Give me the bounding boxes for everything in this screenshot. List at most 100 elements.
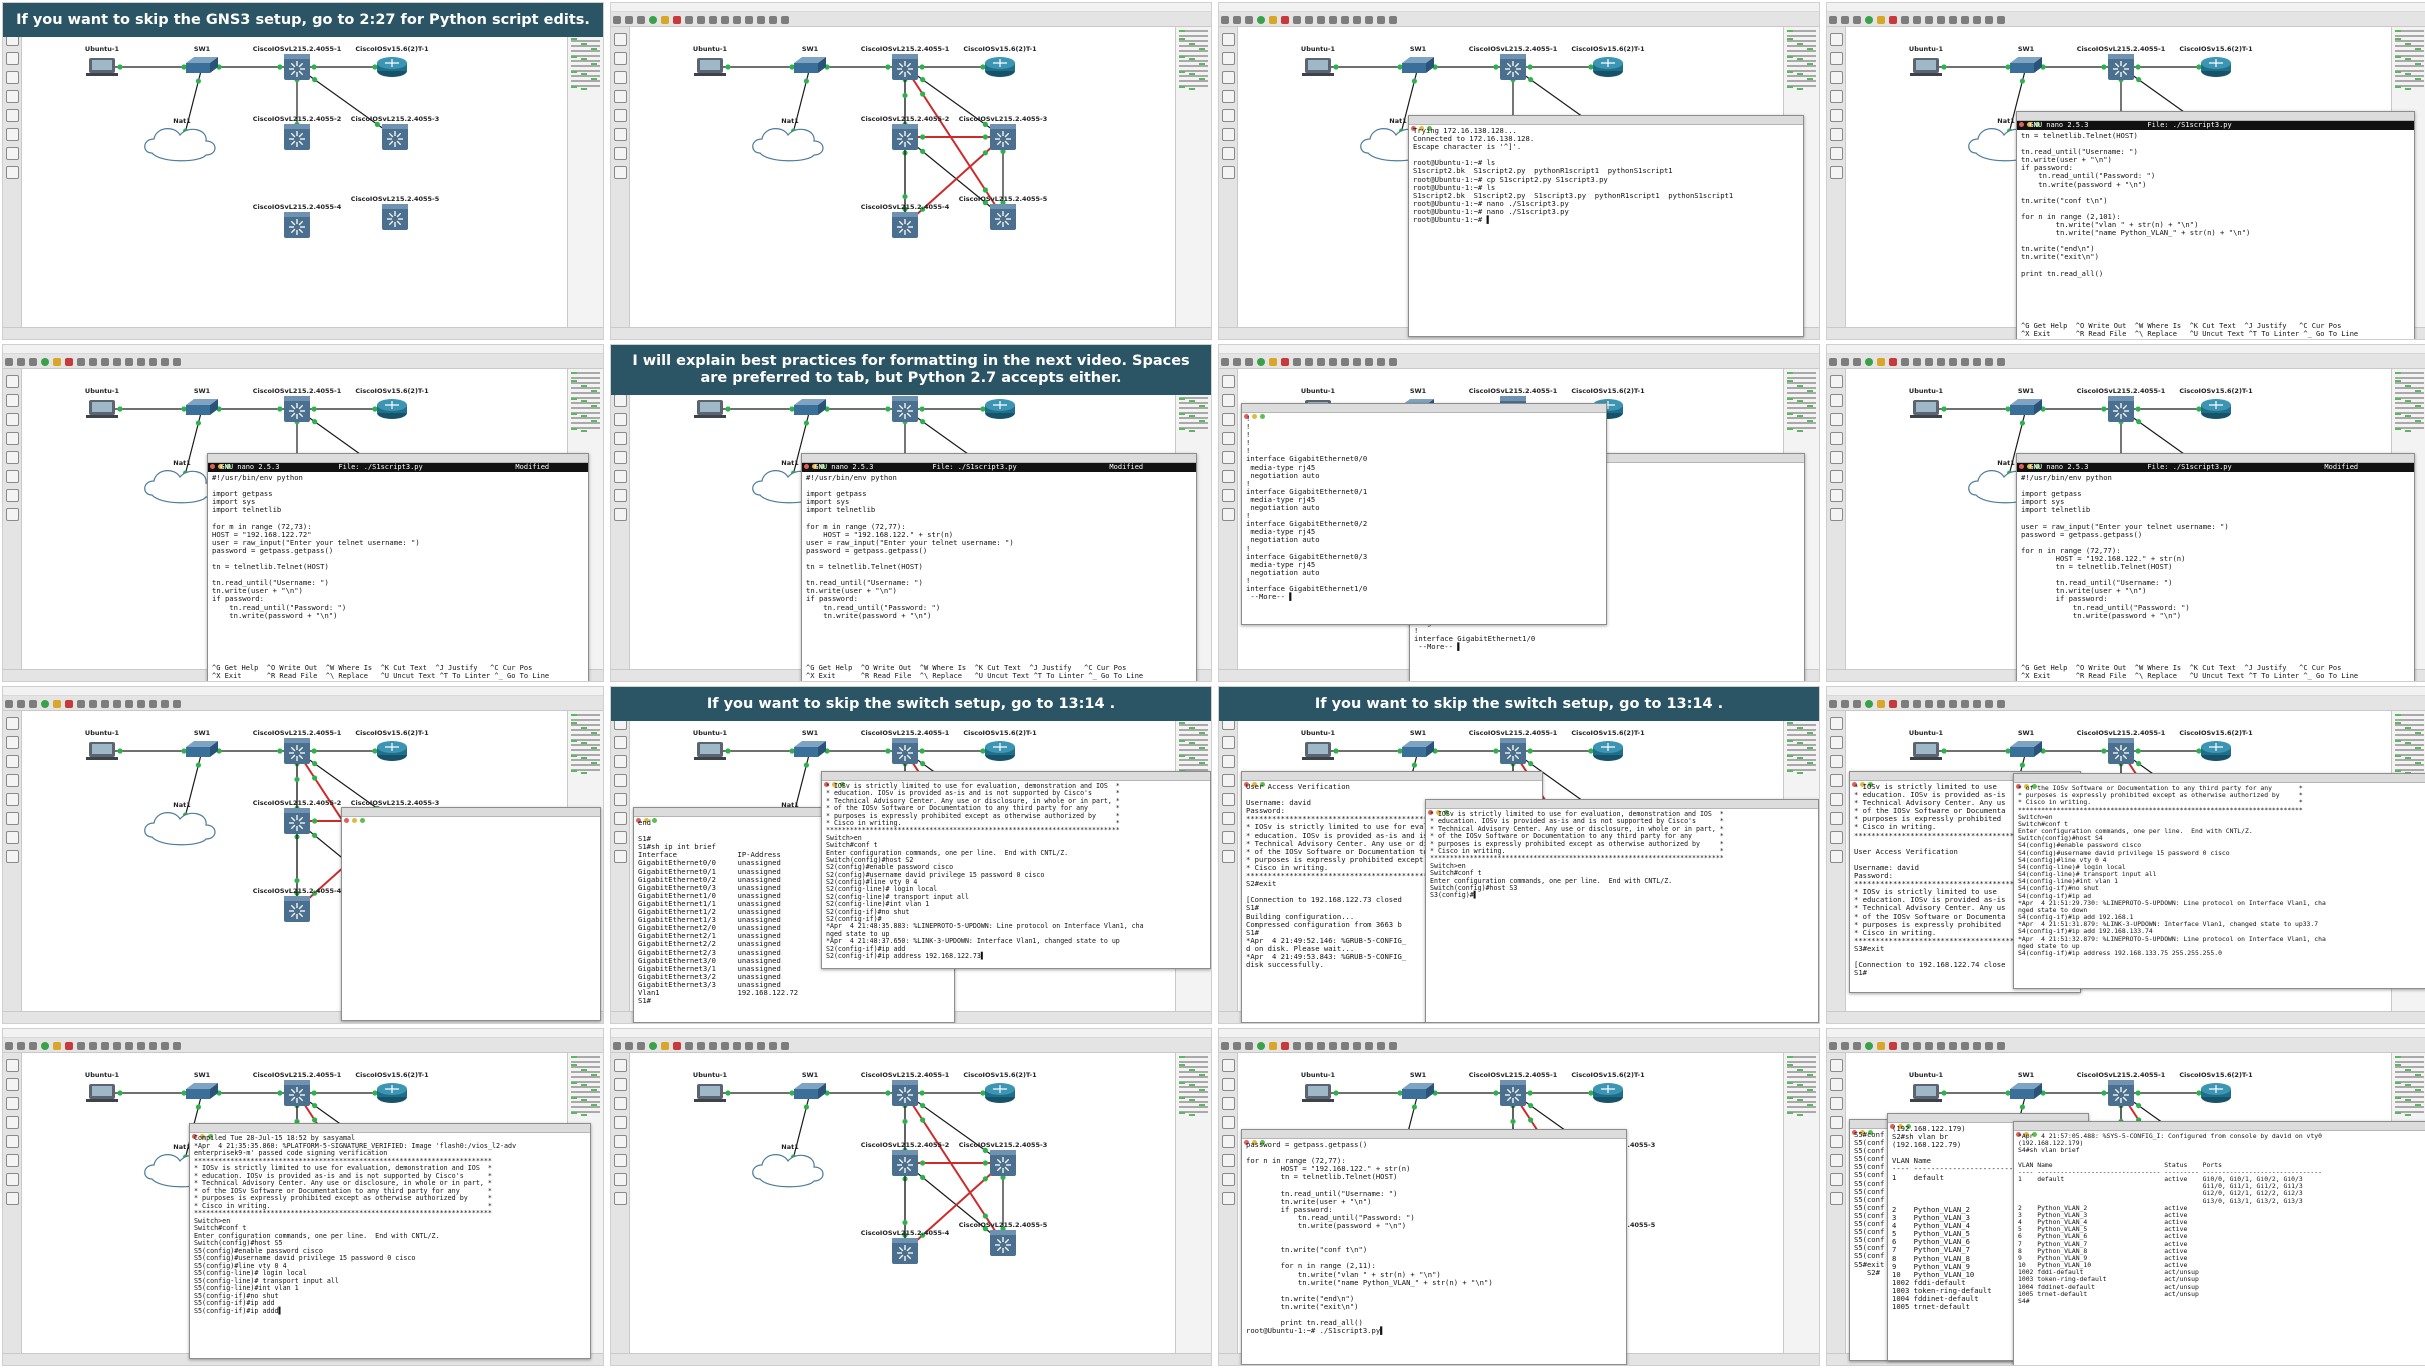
device-category-icon[interactable] xyxy=(1221,1059,1235,1072)
suspend-icon[interactable] xyxy=(661,1042,669,1050)
toolbar-icon[interactable] xyxy=(89,700,97,708)
toolbar-icon[interactable] xyxy=(1997,16,2005,24)
toolbar-icon[interactable] xyxy=(1985,1042,1993,1050)
node-router-b[interactable]: CiscoIOSv15.6(2)T-1 xyxy=(2179,387,2253,419)
device-category-icon[interactable] xyxy=(1221,375,1235,388)
device-category-icon[interactable] xyxy=(1221,71,1235,84)
toolbar-icon[interactable] xyxy=(1365,1042,1373,1050)
toolbar-icon[interactable] xyxy=(1997,358,2005,366)
device-category-icon[interactable] xyxy=(1829,755,1843,768)
device-category-icon[interactable] xyxy=(1221,90,1235,103)
terminal-output[interactable]: Compiled Tue 28-Jul-15 18:52 by sasyamal… xyxy=(190,1133,590,1317)
toolbar-icon[interactable] xyxy=(1949,700,1957,708)
console-window[interactable]: *Apr 4 21:57:05.488: %SYS-5-CONFIG_I: Co… xyxy=(2013,1121,2425,1365)
topology-canvas[interactable]: Ubuntu-1 SW1 CiscoIOSvL215.2.4055-1 CiscoIO… xyxy=(630,27,1178,329)
toolbar-icon[interactable] xyxy=(1961,1042,1969,1050)
toolbar-icon[interactable] xyxy=(161,1042,169,1050)
toolbar-icon[interactable] xyxy=(769,16,777,24)
start-icon[interactable] xyxy=(1257,16,1265,24)
close-icon[interactable] xyxy=(344,818,349,823)
menu-bar[interactable] xyxy=(1827,687,2425,700)
toolbar-icon[interactable] xyxy=(781,16,789,24)
device-category-icon[interactable] xyxy=(5,1059,19,1072)
node-router-b[interactable]: CiscoIOSv15.6(2)T-1 xyxy=(1571,1071,1645,1103)
terminal-output[interactable]: * IOSv is strictly limited to use for ev… xyxy=(822,781,1210,962)
stop-icon[interactable] xyxy=(1889,16,1897,24)
node-router-b[interactable]: CiscoIOSv15.6(2)T-1 xyxy=(2179,729,2253,761)
device-category-icon[interactable] xyxy=(1829,166,1843,179)
device-category-icon[interactable] xyxy=(1829,508,1843,521)
toolbar-icon[interactable] xyxy=(1377,16,1385,24)
device-category-icon[interactable] xyxy=(5,1116,19,1129)
toolbar-icon[interactable] xyxy=(1233,16,1241,24)
device-category-icon[interactable] xyxy=(613,1154,627,1167)
toolbar-icon[interactable] xyxy=(1221,1042,1229,1050)
toolbar-icon[interactable] xyxy=(1293,1042,1301,1050)
stop-icon[interactable] xyxy=(673,1042,681,1050)
device-category-icon[interactable] xyxy=(613,1059,627,1072)
device-category-icon[interactable] xyxy=(1221,451,1235,464)
device-category-icon[interactable] xyxy=(1829,717,1843,730)
suspend-icon[interactable] xyxy=(1269,1042,1277,1050)
toolbar-icon[interactable] xyxy=(1233,1042,1241,1050)
node-switch2[interactable]: CiscoIOSvL215.2.4055-2 xyxy=(861,1141,950,1176)
toolbar-icon[interactable] xyxy=(1245,1042,1253,1050)
device-category-icon[interactable] xyxy=(5,109,19,122)
suspend-icon[interactable] xyxy=(53,1042,61,1050)
toolbar-icon[interactable] xyxy=(733,16,741,24)
terminal-titlebar[interactable] xyxy=(1426,800,1818,815)
toolbar-icon[interactable] xyxy=(709,1042,717,1050)
toolbar-icon[interactable] xyxy=(1949,1042,1957,1050)
toolbar-icon[interactable] xyxy=(1841,700,1849,708)
node-switch1[interactable]: SW1 xyxy=(186,387,218,415)
node-cloud[interactable]: Nat1 xyxy=(144,801,216,846)
toolbar-icon[interactable] xyxy=(1377,358,1385,366)
device-category-icon[interactable] xyxy=(1221,1116,1235,1129)
device-category-icon[interactable] xyxy=(1829,128,1843,141)
node-router-b[interactable]: CiscoIOSv15.6(2)T-1 xyxy=(355,729,429,761)
device-category-icon[interactable] xyxy=(1829,774,1843,787)
toolbar-icon[interactable] xyxy=(1329,1042,1337,1050)
node-host[interactable]: Ubuntu-1 xyxy=(1301,45,1336,76)
stop-icon[interactable] xyxy=(1281,358,1289,366)
device-category-icon[interactable] xyxy=(613,755,627,768)
node-switch1[interactable]: SW1 xyxy=(186,729,218,757)
node-router-b[interactable]: CiscoIOSv15.6(2)T-1 xyxy=(963,1071,1037,1103)
suspend-icon[interactable] xyxy=(53,700,61,708)
node-router-a[interactable]: CiscoIOSvL215.2.4055-1 xyxy=(253,1071,342,1106)
device-category-icon[interactable] xyxy=(613,774,627,787)
start-icon[interactable] xyxy=(41,700,49,708)
toolbar-icon[interactable] xyxy=(17,358,25,366)
toolbar-icon[interactable] xyxy=(29,700,37,708)
node-switch1[interactable]: SW1 xyxy=(794,1071,826,1099)
toolbar-icon[interactable] xyxy=(781,1042,789,1050)
menu-bar[interactable] xyxy=(611,3,1211,16)
toolbar-icon[interactable] xyxy=(1853,358,1861,366)
start-icon[interactable] xyxy=(41,358,49,366)
toolbar-icon[interactable] xyxy=(757,1042,765,1050)
toolbar-icon[interactable] xyxy=(161,700,169,708)
toolbar-icon[interactable] xyxy=(173,700,181,708)
device-category-icon[interactable] xyxy=(613,1135,627,1148)
node-switch1[interactable]: SW1 xyxy=(1402,45,1434,73)
toolbar-icon[interactable] xyxy=(173,358,181,366)
node-cloud[interactable]: Nat1 xyxy=(144,459,216,504)
device-category-icon[interactable] xyxy=(1221,33,1235,46)
toolbar-icon[interactable] xyxy=(1305,1042,1313,1050)
menu-bar[interactable] xyxy=(1219,345,1819,358)
node-switch4[interactable]: CiscoIOSvL215.2.4055-4 xyxy=(861,203,950,238)
terminal-window[interactable]: password = getpass.getpass() for n in ra… xyxy=(1241,1129,1627,1365)
toolbar-icon[interactable] xyxy=(1341,358,1349,366)
device-category-icon[interactable] xyxy=(613,1192,627,1205)
device-category-icon[interactable] xyxy=(1221,128,1235,141)
terminal-titlebar[interactable] xyxy=(2014,774,2425,789)
node-switch1[interactable]: SW1 xyxy=(2010,1071,2042,1099)
node-host[interactable]: Ubuntu-1 xyxy=(693,729,728,760)
toolbar-icon[interactable] xyxy=(161,358,169,366)
toolbar-icon[interactable] xyxy=(1377,1042,1385,1050)
terminal-titlebar[interactable] xyxy=(190,1124,590,1139)
stop-icon[interactable] xyxy=(65,358,73,366)
device-category-icon[interactable] xyxy=(5,1154,19,1167)
toolbar-icon[interactable] xyxy=(1365,358,1373,366)
toolbar-icon[interactable] xyxy=(1973,700,1981,708)
